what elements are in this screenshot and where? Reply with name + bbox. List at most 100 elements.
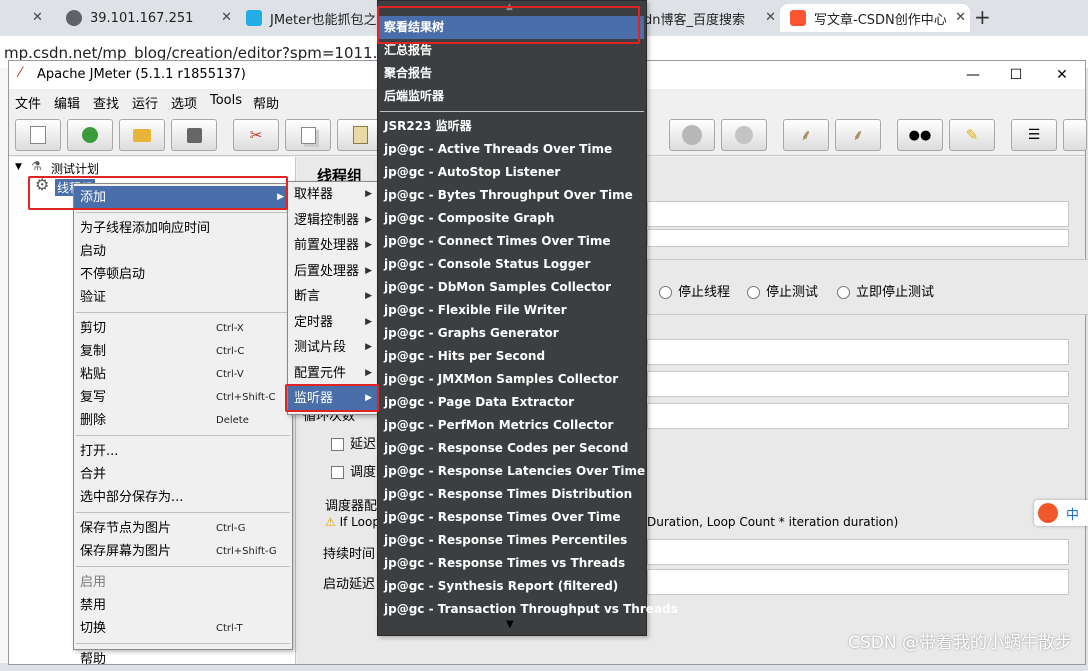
context-item-5[interactable]: 验证: [74, 286, 290, 309]
threads-input[interactable]: [647, 339, 1069, 365]
open-button[interactable]: [119, 119, 165, 151]
listener-item-jp-gc-autostop-listener[interactable]: jp@gc - AutoStop Listener: [378, 161, 644, 184]
context-item-22[interactable]: 切换 Ctrl-T: [74, 617, 290, 640]
clear-all-button[interactable]: ⸙: [835, 119, 881, 151]
context-item-21[interactable]: 禁用: [74, 594, 290, 617]
context-item-17[interactable]: 保存节点为图片 Ctrl-G: [74, 517, 290, 540]
listener-item-jp-gc-response-times-distribution[interactable]: jp@gc - Response Times Distribution: [378, 483, 644, 506]
listener-item-3[interactable]: 后端监听器: [378, 85, 644, 108]
menu-run[interactable]: 运行: [132, 93, 158, 112]
listener-item-jp-gc-connect-times-over-time[interactable]: jp@gc - Connect Times Over Time: [378, 230, 644, 253]
context-item-14[interactable]: 合并: [74, 463, 290, 486]
radio-stop-test-now[interactable]: 立即停止测试: [837, 281, 934, 300]
checkbox-delay[interactable]: 延迟: [331, 433, 376, 452]
reset-search-button[interactable]: ✎: [949, 119, 995, 151]
checkbox-scheduler[interactable]: 调度: [331, 461, 376, 480]
copy-button[interactable]: [285, 119, 331, 151]
context-item-8[interactable]: 复制 Ctrl-C: [74, 340, 290, 363]
browser-tab-ip[interactable]: 39.101.167.251 ✕: [56, 4, 236, 32]
listener-item-jp-gc-page-data-extractor[interactable]: jp@gc - Page Data Extractor: [378, 391, 644, 414]
add-item-4[interactable]: 断言 ▶: [288, 284, 378, 310]
shutdown-button[interactable]: [721, 119, 767, 151]
context-item-11[interactable]: 删除 Delete: [74, 409, 290, 432]
listener-item-jp-gc-transaction-throughput-vs-threads[interactable]: jp@gc - Transaction Throughput vs Thread…: [378, 598, 678, 621]
listener-item-jp-gc-jmxmon-samples-collector[interactable]: jp@gc - JMXMon Samples Collector: [378, 368, 644, 391]
context-item-3[interactable]: 启动: [74, 240, 290, 263]
context-item-7[interactable]: 剪切 Ctrl-X: [74, 317, 290, 340]
add-item-2[interactable]: 前置处理器 ▶: [288, 233, 378, 259]
listener-item-jp-gc-response-times-over-time[interactable]: jp@gc - Response Times Over Time: [378, 506, 644, 529]
listener-item-jsr223[interactable]: JSR223 监听器: [378, 115, 644, 138]
context-item-20[interactable]: 启用: [74, 571, 290, 594]
brush-icon: ✎: [965, 126, 979, 144]
context-item-4[interactable]: 不停顿启动: [74, 263, 290, 286]
menu-separator: [76, 212, 290, 213]
menu-help[interactable]: 帮助: [253, 93, 279, 112]
tree-node-test-plan[interactable]: 测试计划: [51, 160, 99, 177]
function-helper-button[interactable]: ☰: [1011, 119, 1057, 151]
radio-stop-test[interactable]: 停止测试: [747, 281, 818, 300]
menu-tools[interactable]: Tools: [210, 93, 242, 108]
add-item-3[interactable]: 后置处理器 ▶: [288, 259, 378, 285]
new-tab-button[interactable]: +: [974, 5, 991, 29]
listener-item-jp-gc-console-status-logger[interactable]: jp@gc - Console Status Logger: [378, 253, 644, 276]
context-item-9[interactable]: 粘贴 Ctrl-V: [74, 363, 290, 386]
collapse-arrow-icon[interactable]: ▼: [15, 162, 22, 172]
tab-close-icon[interactable]: ✕: [955, 10, 966, 25]
listener-item-jp-gc-response-times-percentiles[interactable]: jp@gc - Response Times Percentiles: [378, 529, 644, 552]
context-item-10[interactable]: 复写 Ctrl+Shift-C: [74, 386, 290, 409]
radio-stop-thread[interactable]: 停止线程: [659, 281, 730, 300]
listener-item-jp-gc-synthesis-report-filtered[interactable]: jp@gc - Synthesis Report (filtered): [378, 575, 644, 598]
browser-tab-csdn-editor[interactable]: 写文章-CSDN创作中心 ✕: [780, 4, 970, 32]
search-button[interactable]: ●●: [897, 119, 943, 151]
minimize-button[interactable]: —: [963, 65, 983, 85]
browser-tab-baidu[interactable]: dn博客_百度搜索 ✕: [640, 4, 780, 32]
listener-item-jp-gc-active-threads-over-time[interactable]: jp@gc - Active Threads Over Time: [378, 138, 644, 161]
help-button[interactable]: [1063, 119, 1087, 151]
menu-options[interactable]: 选项: [171, 93, 197, 112]
context-item-13[interactable]: 打开...: [74, 440, 290, 463]
comments-input[interactable]: [647, 229, 1069, 247]
add-item-0[interactable]: 取样器 ▶: [288, 182, 378, 208]
context-item-2[interactable]: 为子线程添加响应时间: [74, 217, 290, 240]
listener-item-2[interactable]: 聚合报告: [378, 62, 644, 85]
add-item-6[interactable]: 测试片段 ▶: [288, 335, 378, 361]
tab-close-icon[interactable]: ✕: [765, 10, 776, 25]
context-item-24[interactable]: 帮助: [74, 648, 290, 671]
menu-edit[interactable]: 编辑: [54, 93, 80, 112]
save-button[interactable]: [171, 119, 217, 151]
browser-tab-jmeter-article[interactable]: JMeter也能抓包之许: [236, 4, 396, 32]
listener-item-jp-gc-flexible-file-writer[interactable]: jp@gc - Flexible File Writer: [378, 299, 644, 322]
loop-count-input[interactable]: [647, 403, 1069, 429]
duration-input[interactable]: [647, 539, 1069, 565]
name-input[interactable]: [647, 201, 1069, 227]
new-plan-button[interactable]: [15, 119, 61, 151]
add-item-1[interactable]: 逻辑控制器 ▶: [288, 208, 378, 234]
menu-search[interactable]: 查找: [93, 93, 119, 112]
listener-item-jp-gc-response-codes-per-second[interactable]: jp@gc - Response Codes per Second: [378, 437, 644, 460]
close-button[interactable]: ✕: [1052, 65, 1072, 85]
listener-item-jp-gc-composite-graph[interactable]: jp@gc - Composite Graph: [378, 207, 644, 230]
ime-indicator[interactable]: 中: [1034, 500, 1088, 526]
maximize-button[interactable]: ☐: [1006, 65, 1026, 85]
listener-item-jp-gc-dbmon-samples-collector[interactable]: jp@gc - DbMon Samples Collector: [378, 276, 644, 299]
tab-close-icon[interactable]: ✕: [32, 10, 43, 25]
listener-item-jp-gc-graphs-generator[interactable]: jp@gc - Graphs Generator: [378, 322, 644, 345]
context-item-15[interactable]: 选中部分保存为...: [74, 486, 290, 509]
startup-delay-input[interactable]: [647, 569, 1069, 595]
context-item-18[interactable]: 保存屏幕为图片 Ctrl+Shift-G: [74, 540, 290, 563]
add-item-5[interactable]: 定时器 ▶: [288, 310, 378, 336]
listener-item-jp-gc-response-latencies-over-time[interactable]: jp@gc - Response Latencies Over Time: [378, 460, 645, 483]
menu-file[interactable]: 文件: [15, 93, 41, 112]
rampup-input[interactable]: [647, 371, 1069, 397]
cut-button[interactable]: ✂: [233, 119, 279, 151]
listener-item-jp-gc-hits-per-second[interactable]: jp@gc - Hits per Second: [378, 345, 644, 368]
stop-button[interactable]: [669, 119, 715, 151]
listener-item-jp-gc-response-times-vs-threads[interactable]: jp@gc - Response Times vs Threads: [378, 552, 644, 575]
clear-button[interactable]: ⸙: [783, 119, 829, 151]
tab-close-icon[interactable]: ✕: [221, 10, 232, 25]
templates-button[interactable]: [67, 119, 113, 151]
listener-item-jp-gc-bytes-throughput-over-time[interactable]: jp@gc - Bytes Throughput Over Time: [378, 184, 644, 207]
listener-item-jp-gc-perfmon-metrics-collector[interactable]: jp@gc - PerfMon Metrics Collector: [378, 414, 644, 437]
add-item-7[interactable]: 配置元件 ▶: [288, 361, 378, 387]
